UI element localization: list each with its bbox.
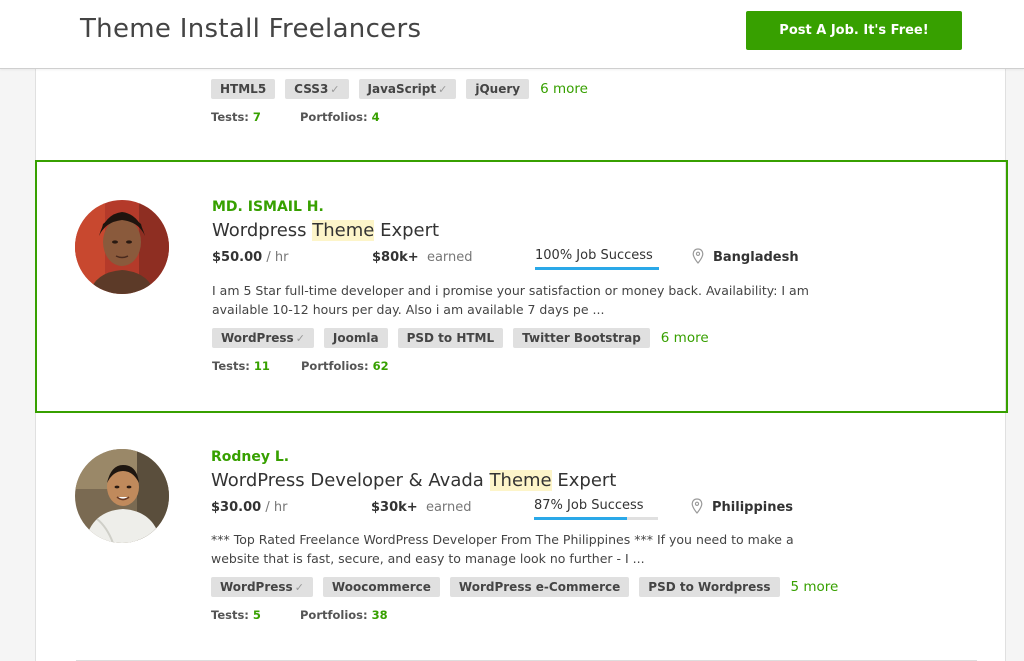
skill-tags: HTML5 CSS3 ✓ JavaScript ✓ jQuery 6 more [211,79,588,99]
freelancer-name[interactable]: Rodney L. [211,449,289,465]
job-success-bar-fill [534,517,627,520]
location: Bangladesh [713,250,799,265]
job-success-bar-fill [535,267,659,270]
location-pin-icon [692,248,704,264]
stats: Tests: 7 Portfolios: 4 [211,110,380,124]
skill-tag[interactable]: PSD to HTML [397,328,504,348]
freelancer-description: I am 5 Star full-time developer and i pr… [212,283,809,317]
freelancer-card-partial[interactable]: HTML5 CSS3 ✓ JavaScript ✓ jQuery 6 more Te… [36,69,1007,161]
avatar[interactable] [75,200,169,294]
more-skills-link[interactable]: 5 more [791,579,839,595]
location-pin-icon [691,498,703,514]
skill-tag[interactable]: WordPress ✓ [211,577,313,597]
skill-tag[interactable]: CSS3 ✓ [285,79,349,99]
avatar[interactable] [75,449,169,543]
job-success-bar [534,517,658,520]
more-skills-link[interactable]: 6 more [661,330,709,346]
job-success: 100% Job Success [535,248,659,270]
skill-tag[interactable]: JavaScript ✓ [358,79,457,99]
check-icon: ✓ [438,83,448,96]
page-header: Theme Install Freelancers Post A Job. It… [0,0,1024,69]
skill-tags: WordPress ✓ Woocommerce WordPress e-Comme… [211,577,838,597]
freelancer-card[interactable]: Rodney L. WordPress Developer & Avada Th… [36,413,1007,661]
skill-tag[interactable]: PSD to Wordpress [639,577,780,597]
skill-tag[interactable]: jQuery [466,79,530,99]
stats: Tests: 5 Portfolios: 38 [211,608,388,622]
skill-tag[interactable]: WordPress ✓ [212,328,314,348]
total-earned: $30k+ earned [371,500,472,515]
freelancer-card[interactable]: MD. ISMAIL H. Wordpress Theme Expert $50… [35,160,1008,413]
page-title: Theme Install Freelancers [80,14,422,44]
skill-tag[interactable]: Twitter Bootstrap [513,328,650,348]
search-highlight: Theme [489,470,552,491]
more-skills-link[interactable]: 6 more [540,81,588,97]
freelancer-headline: WordPress Developer & Avada Theme Expert [211,470,617,491]
skill-tag[interactable]: WordPress e-Commerce [449,577,630,597]
skill-tags: WordPress ✓ Joomla PSD to HTML Twitter Bo… [212,328,709,348]
post-job-button[interactable]: Post A Job. It's Free! [746,11,962,50]
skill-tag[interactable]: HTML5 [211,79,276,99]
freelancer-list: HTML5 CSS3 ✓ JavaScript ✓ jQuery 6 more Te… [35,69,1008,661]
check-icon: ✓ [294,581,304,594]
freelancer-headline: Wordpress Theme Expert [212,220,440,241]
check-icon: ✓ [330,83,340,96]
freelancer-description: *** Top Rated Freelance WordPress Develo… [211,532,794,566]
check-icon: ✓ [295,332,305,345]
stats: Tests: 11 Portfolios: 62 [212,359,389,373]
job-success: 87% Job Success [534,498,658,520]
location: Philippines [712,500,794,515]
search-highlight: Theme [312,220,375,241]
hourly-rate: $30.00 / hr [211,500,288,515]
job-success-bar [535,267,659,270]
skill-tag[interactable]: Woocommerce [322,577,440,597]
skill-tag[interactable]: Joomla [323,328,388,348]
freelancer-name[interactable]: MD. ISMAIL H. [212,199,324,215]
total-earned: $80k+ earned [372,250,473,265]
hourly-rate: $50.00 / hr [212,250,289,265]
